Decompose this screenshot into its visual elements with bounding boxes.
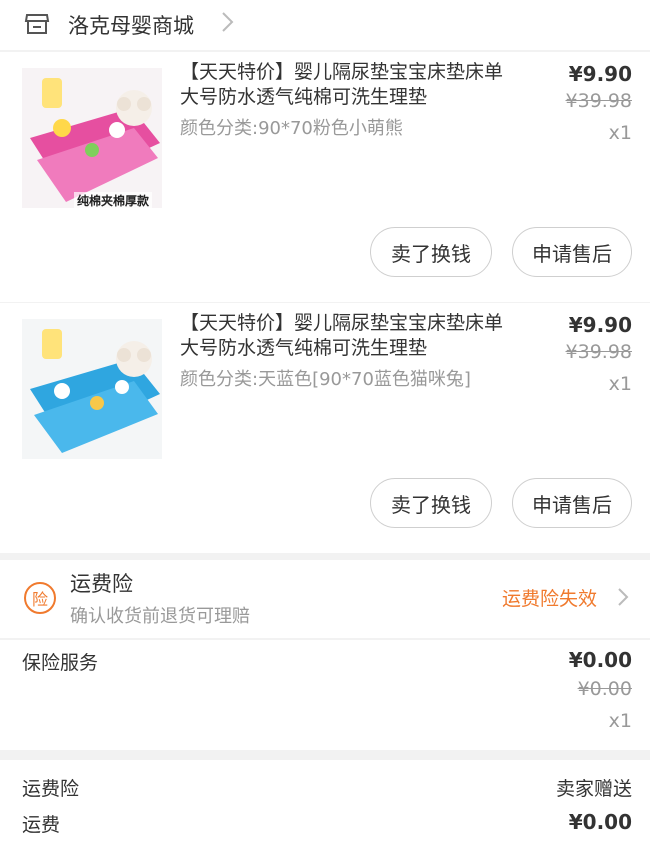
order-item[interactable]: 纯棉夹棉厚款 【天天特价】婴儿隔尿垫宝宝床垫床单大号防水透气纯棉可洗生理垫 颜色… [0, 52, 650, 302]
order-summary: 运费险 卖家赠送 运费 ¥0.00 [0, 760, 650, 850]
product-title[interactable]: 【天天特价】婴儿隔尿垫宝宝床垫床单大号防水透气纯棉可洗生理垫 [180, 311, 510, 361]
chevron-right-icon [618, 588, 629, 606]
quantity: x1 [608, 122, 632, 144]
shipping-insurance-row[interactable]: 险 运费险 确认收货前退货可理赔 运费险失效 [0, 560, 650, 638]
shipping-fee-label: 运费 [22, 814, 61, 836]
original-price: ¥39.98 [565, 341, 632, 363]
shipping-insurance-label: 运费险 [22, 778, 80, 800]
shipping-fee-value: ¥0.00 [568, 810, 632, 834]
insurance-status[interactable]: 运费险失效 [502, 584, 597, 611]
store-name: 洛克母婴商城 [68, 14, 194, 38]
shipping-insurance-value: 卖家赠送 [555, 778, 632, 800]
insurance-service-quantity: x1 [608, 710, 632, 732]
product-variant: 颜色分类:90*70粉色小萌熊 [180, 118, 403, 139]
store-icon [24, 14, 50, 34]
image-caption: 纯棉夹棉厚款 [74, 192, 153, 208]
product-price: ¥9.90 [568, 62, 632, 86]
insurance-service-label: 保险服务 [22, 652, 99, 674]
original-price: ¥39.98 [565, 90, 632, 112]
insurance-service-row: 保险服务 ¥0.00 ¥0.00 x1 [0, 640, 650, 750]
insurance-subtitle: 确认收货前退货可理赔 [70, 606, 250, 627]
after-sales-button[interactable]: 申请售后 [512, 227, 632, 277]
insurance-icon: 险 [24, 582, 56, 614]
product-image[interactable] [22, 319, 162, 459]
order-item[interactable]: 【天天特价】婴儿隔尿垫宝宝床垫床单大号防水透气纯棉可洗生理垫 颜色分类:天蓝色[… [0, 303, 650, 553]
after-sales-button[interactable]: 申请售后 [512, 478, 632, 528]
product-variant: 颜色分类:天蓝色[90*70蓝色猫咪兔] [180, 369, 471, 390]
sell-for-cash-button[interactable]: 卖了换钱 [370, 478, 492, 528]
chevron-right-icon [222, 12, 234, 32]
quantity: x1 [608, 373, 632, 395]
sell-for-cash-button[interactable]: 卖了换钱 [370, 227, 492, 277]
product-image[interactable]: 纯棉夹棉厚款 [22, 68, 162, 208]
insurance-title: 运费险 [70, 572, 133, 596]
product-price: ¥9.90 [568, 313, 632, 337]
insurance-service-original-price: ¥0.00 [577, 678, 632, 700]
store-header[interactable]: 洛克母婴商城 [0, 0, 650, 50]
product-title[interactable]: 【天天特价】婴儿隔尿垫宝宝床垫床单大号防水透气纯棉可洗生理垫 [180, 60, 510, 110]
insurance-service-price: ¥0.00 [568, 648, 632, 672]
